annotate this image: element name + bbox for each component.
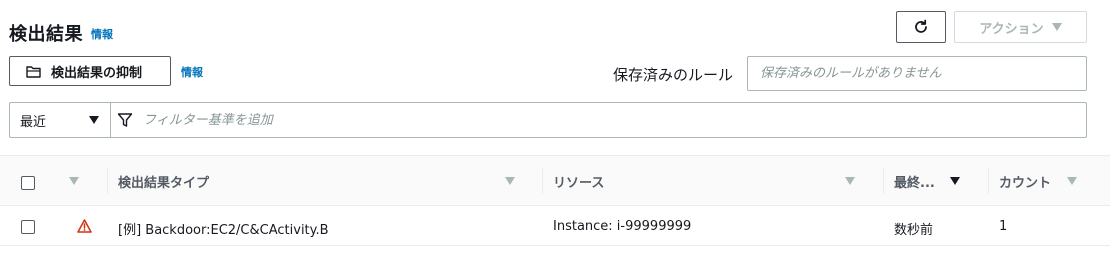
suppress-findings-label: 検出結果の抑制 [51, 65, 143, 81]
column-header-resource[interactable]: リソース [553, 172, 604, 191]
refresh-button[interactable] [896, 11, 946, 43]
last-seen-sort-icon[interactable] [950, 177, 960, 185]
saved-rules-label: 保存済みのルール [613, 66, 734, 84]
count-cell: 1 [999, 219, 1008, 234]
folder-icon [26, 65, 41, 78]
warning-triangle-icon [77, 219, 92, 233]
count-sort-icon[interactable] [1067, 177, 1077, 185]
time-range-value: 最近 [20, 114, 47, 130]
select-all-checkbox[interactable] [21, 176, 35, 190]
finding-type-sort-icon[interactable] [505, 177, 515, 185]
table-header: 検出結果タイプ リソース 最終... カウント [0, 155, 1110, 206]
column-divider [988, 168, 989, 194]
page-title: 検出結果 [9, 24, 83, 45]
column-header-count[interactable]: カウント [999, 172, 1051, 191]
filter-icon [117, 113, 133, 127]
resource-sort-icon[interactable] [845, 177, 855, 185]
finding-type-cell[interactable]: [例] Backdoor:EC2/C&CActivity.B [118, 219, 329, 238]
row-checkbox[interactable] [21, 220, 35, 234]
last-seen-cell: 数秒前 [894, 223, 934, 238]
resource-cell: Instance: i-99999999 [553, 219, 692, 234]
actions-label: アクション [979, 21, 1044, 37]
refresh-icon [915, 19, 927, 33]
saved-rules-input[interactable] [747, 56, 1087, 91]
table-row[interactable]: [例] Backdoor:EC2/C&CActivity.B Instance:… [0, 206, 1110, 246]
column-header-last-seen[interactable]: 最終... [894, 172, 935, 191]
suppress-findings-button[interactable]: 検出結果の抑制 [9, 56, 171, 86]
filter-input-wrap [111, 103, 1086, 137]
column-divider [883, 168, 884, 194]
filter-input[interactable] [143, 112, 843, 128]
filter-bar: 最近 [9, 102, 1087, 138]
column-divider [107, 168, 108, 194]
column-divider [542, 168, 543, 194]
time-range-select[interactable]: 最近 [10, 103, 111, 137]
suppress-info-link[interactable]: 情報 [181, 64, 203, 80]
caret-down-icon [89, 116, 99, 124]
info-link[interactable]: 情報 [91, 26, 113, 42]
severity-sort-icon[interactable] [69, 177, 79, 185]
caret-down-icon [1051, 23, 1062, 31]
column-header-finding-type[interactable]: 検出結果タイプ [118, 172, 209, 191]
actions-dropdown-button[interactable]: アクション [954, 11, 1087, 43]
